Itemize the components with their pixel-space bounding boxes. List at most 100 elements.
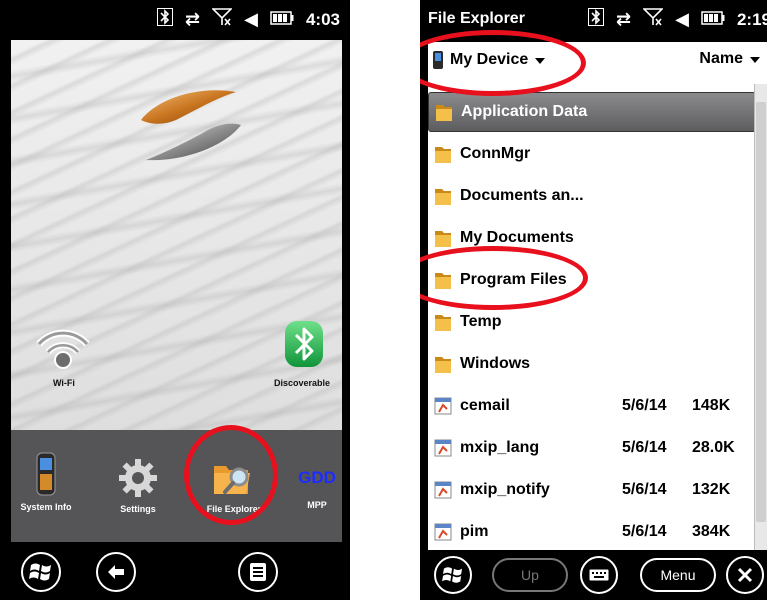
list-item[interactable]: ConnMgr: [428, 134, 756, 174]
file-date: 5/6/14: [622, 481, 667, 498]
sort-dropdown[interactable]: Name: [699, 50, 761, 68]
device-icon: [36, 452, 56, 496]
keyboard-button[interactable]: [580, 556, 618, 594]
file-name: Program Files: [460, 271, 567, 288]
file-explorer-screen: File Explorer ⇄ ◀︎ 2:19 My Device Name A…: [420, 0, 767, 600]
list-item[interactable]: mxip_notify 5/6/14 132K: [428, 470, 756, 510]
menu-button[interactable]: Menu: [640, 558, 716, 592]
wifi-app[interactable]: Wi-Fi: [33, 320, 93, 400]
toolbar: Up Menu: [420, 550, 767, 600]
file-date: 5/6/14: [622, 523, 667, 540]
folder-icon: [435, 273, 451, 289]
volume-icon: ◀︎: [675, 9, 689, 30]
gear-icon: [119, 459, 157, 497]
keyboard-icon: [589, 569, 609, 581]
signal-icon: [642, 8, 665, 32]
battery-icon: [701, 9, 725, 31]
app-dock: System Info Settings File Explorer GDD M…: [11, 430, 342, 542]
file-explorer-app[interactable]: File Explorer: [195, 458, 273, 514]
back-arrow-icon: [108, 565, 124, 579]
status-bar: ⇄ ◀︎ 4:03: [0, 0, 350, 40]
location-dropdown[interactable]: My Device: [432, 50, 546, 70]
file-date: 5/6/14: [622, 397, 667, 414]
wifi-icon: [36, 329, 90, 369]
mpp-app[interactable]: GDD MPP: [287, 468, 347, 510]
windows-flag-icon: [442, 567, 463, 583]
folder-icon: [435, 189, 451, 205]
folder-icon: [435, 147, 451, 163]
discoverable-app[interactable]: Discoverable: [269, 320, 339, 400]
system-info-app[interactable]: System Info: [11, 452, 81, 512]
file-size: 28.0K: [692, 439, 735, 456]
list-item[interactable]: Application Data: [428, 92, 756, 132]
sync-icon: ⇄: [185, 9, 201, 30]
folder-icon: [435, 231, 451, 247]
up-label: Up: [521, 567, 539, 583]
chevron-down-icon: [535, 58, 546, 64]
location-label: My Device: [450, 51, 529, 68]
file-name: Windows: [460, 355, 531, 372]
file-list-pane: My Device Name Application Data ConnMgr …: [428, 42, 767, 550]
back-button[interactable]: [96, 552, 136, 592]
settings-app[interactable]: Settings: [103, 458, 173, 514]
scroll-thumb[interactable]: [756, 102, 766, 522]
clock: 4:03: [305, 10, 340, 29]
file-name: mxip_lang: [460, 439, 540, 456]
home-screen: ⇄ ◀︎ 4:03 Wi-Fi Discoverable System Info…: [0, 0, 350, 600]
clock: 2:19: [736, 10, 767, 29]
file-size: 132K: [692, 481, 731, 498]
list-item[interactable]: pim 5/6/14 384K: [428, 512, 756, 550]
discoverable-label: Discoverable: [274, 378, 331, 388]
list-item[interactable]: Program Files: [428, 260, 756, 300]
bluetooth-status-icon: [157, 8, 174, 32]
start-button[interactable]: [434, 556, 472, 594]
file-date: 5/6/14: [622, 439, 667, 456]
volume-icon: ◀︎: [244, 9, 258, 30]
file-name: pim: [460, 523, 489, 540]
windows-flag-icon: [29, 563, 51, 581]
file-name: cemail: [460, 397, 510, 414]
file-name: Documents an...: [460, 187, 584, 204]
brand-logo: [141, 90, 241, 161]
status-bar: File Explorer ⇄ ◀︎ 2:19: [420, 0, 767, 42]
window-title: File Explorer: [428, 10, 525, 27]
executable-file-icon: [434, 523, 452, 541]
file-name: mxip_notify: [460, 481, 550, 498]
executable-file-icon: [434, 439, 452, 457]
menu-list-icon: [250, 563, 266, 581]
device-icon: [433, 51, 443, 69]
file-name: Temp: [460, 313, 502, 330]
list-item[interactable]: cemail 5/6/14 148K: [428, 386, 756, 426]
vertical-scrollbar[interactable]: [754, 84, 767, 550]
system-info-label: System Info: [20, 502, 72, 512]
list-item[interactable]: mxip_lang 5/6/14 28.0K: [428, 428, 756, 468]
list-item[interactable]: My Documents: [428, 218, 756, 258]
start-button[interactable]: [21, 552, 61, 592]
mpp-label: MPP: [307, 500, 327, 510]
file-name: Application Data: [461, 103, 588, 120]
nav-bar: [0, 542, 350, 600]
close-button[interactable]: [726, 556, 764, 594]
menu-label: Menu: [660, 567, 696, 583]
signal-icon: [211, 8, 234, 32]
wallpaper: Wi-Fi Discoverable: [11, 40, 342, 430]
menu-button[interactable]: [238, 552, 278, 592]
folder-icon: [435, 315, 451, 331]
bluetooth-status-icon: [588, 8, 605, 32]
gdd-logo: GDD: [298, 468, 336, 487]
list-item[interactable]: Temp: [428, 302, 756, 342]
battery-icon: [270, 9, 294, 31]
sort-label: Name: [699, 50, 743, 67]
list-item[interactable]: Documents an...: [428, 176, 756, 216]
explorer-header: My Device Name: [428, 42, 767, 84]
file-explorer-label: File Explorer: [206, 504, 262, 514]
sync-icon: ⇄: [616, 9, 632, 30]
file-size: 384K: [692, 523, 731, 540]
up-button[interactable]: Up: [492, 558, 568, 592]
executable-file-icon: [434, 481, 452, 499]
executable-file-icon: [434, 397, 452, 415]
wifi-label: Wi-Fi: [53, 378, 75, 388]
chevron-down-icon: [750, 57, 760, 63]
list-item[interactable]: Windows: [428, 344, 756, 384]
close-icon: [737, 567, 753, 583]
